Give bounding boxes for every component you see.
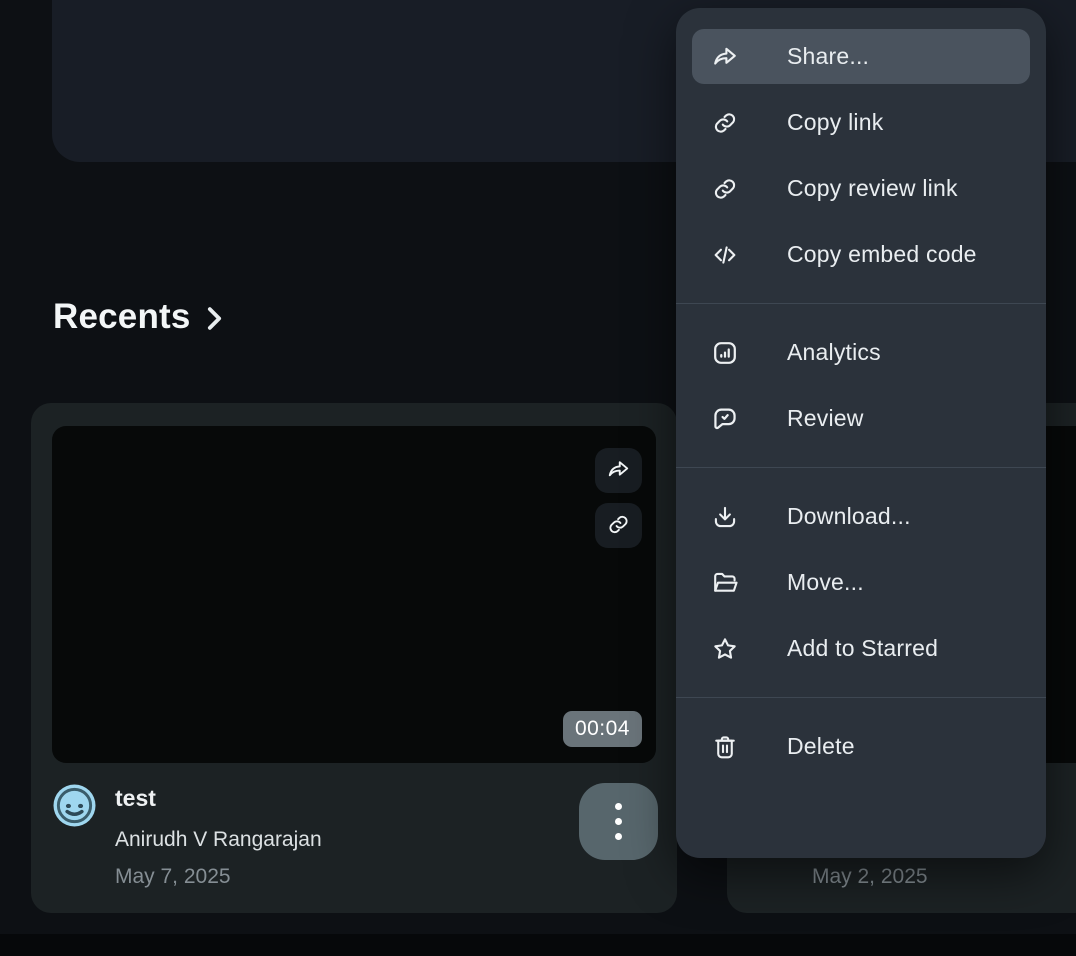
trash-icon bbox=[711, 733, 739, 761]
duration-badge: 00:04 bbox=[563, 711, 642, 747]
share-icon bbox=[606, 457, 631, 485]
kebab-vertical-icon bbox=[615, 803, 622, 810]
section-title: Recents bbox=[53, 297, 191, 337]
menu-item-add-to-starred[interactable]: Add to Starred bbox=[692, 621, 1030, 676]
video-author: Anirudh V Rangarajan bbox=[115, 827, 322, 853]
menu-item-label: Copy review link bbox=[787, 175, 958, 202]
review-icon bbox=[711, 405, 739, 433]
library-page: Recents Anirudh V Rangarajan May 2, 2025… bbox=[0, 0, 1076, 956]
recents-header: Recents bbox=[53, 297, 222, 337]
menu-item-review[interactable]: Review bbox=[692, 391, 1030, 446]
move-folder-icon bbox=[711, 569, 739, 597]
menu-item-share[interactable]: Share... bbox=[692, 29, 1030, 84]
smiley-face-avatar bbox=[53, 784, 96, 827]
chevron-right-icon[interactable] bbox=[207, 306, 222, 331]
menu-item-copy-link[interactable]: Copy link bbox=[692, 95, 1030, 150]
share-button[interactable] bbox=[595, 448, 642, 493]
download-icon bbox=[711, 503, 739, 531]
menu-item-label: Copy embed code bbox=[787, 241, 977, 268]
menu-divider bbox=[676, 303, 1046, 304]
bottom-bar bbox=[0, 934, 1076, 956]
menu-item-label: Move... bbox=[787, 569, 864, 596]
menu-item-label: Share... bbox=[787, 43, 869, 70]
analytics-icon bbox=[711, 339, 739, 367]
star-icon bbox=[711, 635, 739, 663]
video-card-1[interactable]: 00:04 test Anirudh V Rangarajan May 7, 2… bbox=[31, 403, 677, 913]
menu-item-label: Review bbox=[787, 405, 864, 432]
context-menu: Share... Copy link Copy review link Copy em… bbox=[676, 8, 1046, 858]
link-icon bbox=[606, 512, 631, 540]
copy-link-button[interactable] bbox=[595, 503, 642, 548]
link-icon bbox=[711, 109, 739, 137]
menu-item-copy-embed-code[interactable]: Copy embed code bbox=[692, 227, 1030, 282]
video-meta: test Anirudh V Rangarajan May 7, 2025 bbox=[115, 785, 322, 890]
menu-item-label: Copy link bbox=[787, 109, 883, 136]
menu-item-delete[interactable]: Delete bbox=[692, 719, 1030, 774]
video-date: May 7, 2025 bbox=[115, 864, 322, 890]
menu-divider bbox=[676, 697, 1046, 698]
video-thumbnail[interactable]: 00:04 bbox=[52, 426, 656, 763]
more-options-button[interactable] bbox=[579, 783, 658, 860]
menu-divider bbox=[676, 467, 1046, 468]
menu-item-label: Download... bbox=[787, 503, 911, 530]
menu-item-label: Add to Starred bbox=[787, 635, 938, 662]
code-icon bbox=[711, 241, 739, 269]
menu-item-download[interactable]: Download... bbox=[692, 489, 1030, 544]
link-icon bbox=[711, 175, 739, 203]
menu-item-copy-review-link[interactable]: Copy review link bbox=[692, 161, 1030, 216]
video-title: test bbox=[115, 785, 322, 812]
thumbnail-actions bbox=[595, 448, 642, 548]
share-icon bbox=[711, 43, 739, 71]
menu-item-move[interactable]: Move... bbox=[692, 555, 1030, 610]
menu-item-label: Analytics bbox=[787, 339, 881, 366]
video-date: May 2, 2025 bbox=[812, 864, 1019, 890]
menu-item-label: Delete bbox=[787, 733, 855, 760]
menu-item-analytics[interactable]: Analytics bbox=[692, 325, 1030, 380]
